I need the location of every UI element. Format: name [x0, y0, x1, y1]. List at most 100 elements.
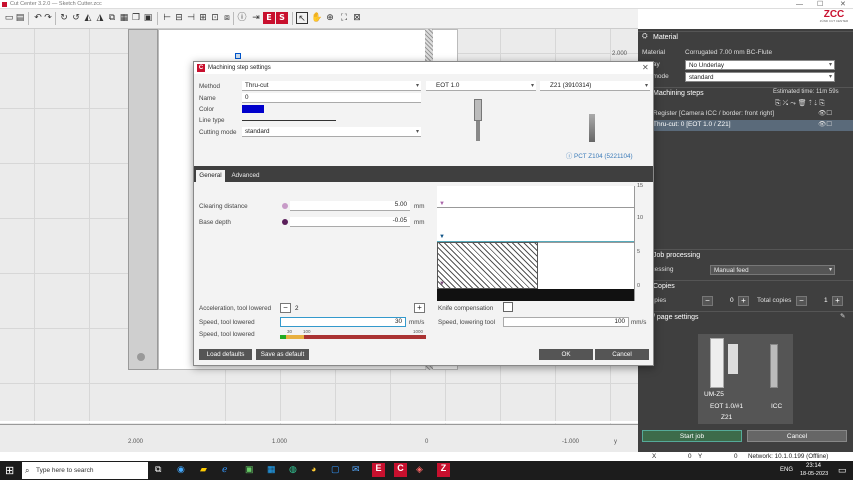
taskbar-search[interactable]: ⌕ Type here to search: [22, 462, 148, 479]
app-icon[interactable]: ▢: [331, 464, 340, 475]
total-minus-button[interactable]: −: [796, 296, 807, 306]
visibility-eye-icon[interactable]: 👁☐: [818, 120, 832, 128]
nest-icon[interactable]: ⊡: [209, 12, 221, 24]
e-tool-icon[interactable]: E: [263, 12, 275, 24]
name-label: Name: [199, 95, 216, 102]
language-indicator[interactable]: ENG: [780, 467, 793, 473]
align-right-icon[interactable]: ⊣: [185, 12, 197, 24]
page-settings-header[interactable]: / page settings: [638, 311, 853, 323]
chrome-icon[interactable]: ◕: [311, 464, 316, 474]
rotate-icon[interactable]: ↻: [58, 12, 70, 24]
select-cursor-icon[interactable]: ↖: [296, 12, 308, 24]
folder-icon[interactable]: ▰: [200, 464, 207, 475]
mirror-icon[interactable]: ◭: [82, 12, 94, 24]
tab-bar: General Advanced: [194, 166, 653, 182]
mail-icon[interactable]: ✉: [352, 464, 360, 475]
ok-button[interactable]: OK: [539, 349, 593, 360]
zoom-icon[interactable]: ⊕: [324, 12, 336, 24]
copy-icon[interactable]: ❐: [130, 12, 142, 24]
align-center-icon[interactable]: ⊟: [173, 12, 185, 24]
main-toolbar: ▭ ▤ ↶ ↷ ↻ ↺ ◭ ◮ ⧉ ▦ ❐ ▣ ⊢ ⊟ ⊣ ⊞ ⊡ ⧈ ⓘ ⇥ …: [0, 9, 638, 29]
zoom-fit-icon[interactable]: ⛶: [338, 12, 350, 24]
taskbar: ⊞ ⌕ Type here to search ⧉ ◉ ▰ ℯ ▣ ▦ ◍ ◕ …: [0, 461, 853, 480]
zund-z-icon[interactable]: Z: [437, 463, 450, 477]
ie-icon[interactable]: ℯ: [222, 464, 227, 475]
windows-start-icon[interactable]: ⊞: [5, 464, 14, 477]
cutmode-select[interactable]: standard ▾: [242, 127, 421, 137]
app-icon[interactable]: ◈: [416, 464, 423, 475]
tab-advanced[interactable]: Advanced: [227, 170, 264, 182]
notification-icon[interactable]: ▭: [838, 465, 847, 476]
distribute-icon[interactable]: ⊞: [197, 12, 209, 24]
store-icon[interactable]: ▦: [267, 464, 276, 475]
redo-icon[interactable]: ↷: [42, 12, 54, 24]
browser-icon[interactable]: ◍: [289, 464, 297, 475]
accel-minus-button[interactable]: −: [280, 303, 291, 313]
speed-input[interactable]: 30: [280, 317, 406, 327]
export-icon[interactable]: ⇥: [250, 12, 262, 24]
method-select[interactable]: Thru-cut ▾: [242, 81, 421, 91]
origin-marker[interactable]: [235, 53, 241, 59]
job-processing-select[interactable]: Manual feed ▾: [710, 265, 835, 275]
total-plus-button[interactable]: +: [832, 296, 843, 306]
linetype-sample[interactable]: [242, 120, 336, 121]
rotate-back-icon[interactable]: ↺: [70, 12, 82, 24]
estimated-time: Estimated time: 11m 59s: [773, 89, 839, 95]
job-section-header[interactable]: Job processing: [638, 249, 853, 261]
load-defaults-button[interactable]: Load defaults: [199, 349, 252, 360]
zund-e-icon[interactable]: E: [372, 463, 385, 477]
task-view-icon[interactable]: ⧉: [155, 464, 161, 475]
align-left-icon[interactable]: ⊢: [161, 12, 173, 24]
base-depth-input[interactable]: -0.05: [290, 217, 410, 227]
copies-value[interactable]: 0: [730, 297, 734, 304]
color-swatch[interactable]: [242, 105, 264, 113]
clearing-input[interactable]: 5.00: [290, 201, 410, 211]
knife-comp-checkbox[interactable]: [503, 302, 513, 312]
zoom-all-icon[interactable]: ⊠: [351, 12, 363, 24]
axis-y-label: y: [614, 439, 617, 445]
material-section-header[interactable]: Material: [638, 31, 853, 43]
underlay-select[interactable]: No Underlay ▾: [685, 60, 835, 70]
total-copies-value[interactable]: 1: [824, 297, 828, 304]
tool-select[interactable]: EOT 1.0 ▾: [426, 81, 536, 91]
material-value[interactable]: Corrugated 7.00 mm BC-Flute: [685, 49, 772, 56]
pct-link[interactable]: ⓘ PCT Z104 (5221104): [566, 151, 633, 160]
minimize-button[interactable]: —: [796, 0, 803, 9]
edit-pencil-icon[interactable]: ✎: [840, 312, 845, 320]
transform-icon[interactable]: ⧉: [106, 12, 118, 24]
layers-icon[interactable]: ▣: [142, 12, 154, 24]
maximize-button[interactable]: ☐: [817, 0, 823, 9]
cancel-button[interactable]: Cancel: [595, 349, 649, 360]
bit-select[interactable]: Z21 (3910314) ▾: [540, 81, 650, 91]
visibility-eye-icon[interactable]: 👁☐: [818, 109, 832, 117]
steps-toolbar-icons[interactable]: ⎘⤰⤳🗑⇡⇣⎘: [775, 99, 827, 108]
open-icon[interactable]: ▤: [14, 12, 26, 24]
edge-icon[interactable]: ◉: [177, 464, 185, 475]
save-default-button[interactable]: Save as default: [256, 349, 309, 360]
info-icon[interactable]: ⓘ: [236, 12, 248, 24]
hand-pan-icon[interactable]: ✋: [311, 12, 323, 24]
accel-value[interactable]: 2: [295, 305, 299, 312]
copies-section-header[interactable]: Copies: [638, 280, 853, 292]
copies-plus-button[interactable]: +: [738, 296, 749, 306]
copies-minus-button[interactable]: −: [702, 296, 713, 306]
name-input[interactable]: 0: [242, 93, 421, 103]
s-tool-icon[interactable]: S: [276, 12, 288, 24]
grid-icon[interactable]: ▦: [118, 12, 130, 24]
start-job-button[interactable]: Start job: [642, 430, 742, 442]
step-thrucut-row[interactable]: Thru-cut: 0 [EOT 1.0 / Z21] 👁☐: [638, 120, 853, 131]
excel-icon[interactable]: ▣: [245, 464, 254, 475]
mirror-h-icon[interactable]: ◮: [94, 12, 106, 24]
cancel-job-button[interactable]: Cancel: [747, 430, 847, 442]
dialog-close-icon[interactable]: ✕: [642, 63, 649, 72]
cut-center-icon[interactable]: C: [394, 463, 407, 477]
step-register-row[interactable]: Register [Camera ICC / border: front rig…: [638, 109, 853, 120]
tab-general[interactable]: General: [196, 170, 225, 182]
section-title: Copies: [653, 283, 675, 290]
accel-plus-button[interactable]: +: [414, 303, 425, 313]
speed-bar[interactable]: 30 100 1000: [280, 329, 426, 339]
mode-select[interactable]: standard ▾: [685, 72, 835, 82]
arrange-icon[interactable]: ⧈: [221, 12, 233, 24]
close-button[interactable]: ✕: [840, 0, 846, 9]
speed-lowering-input[interactable]: 100: [503, 317, 629, 327]
